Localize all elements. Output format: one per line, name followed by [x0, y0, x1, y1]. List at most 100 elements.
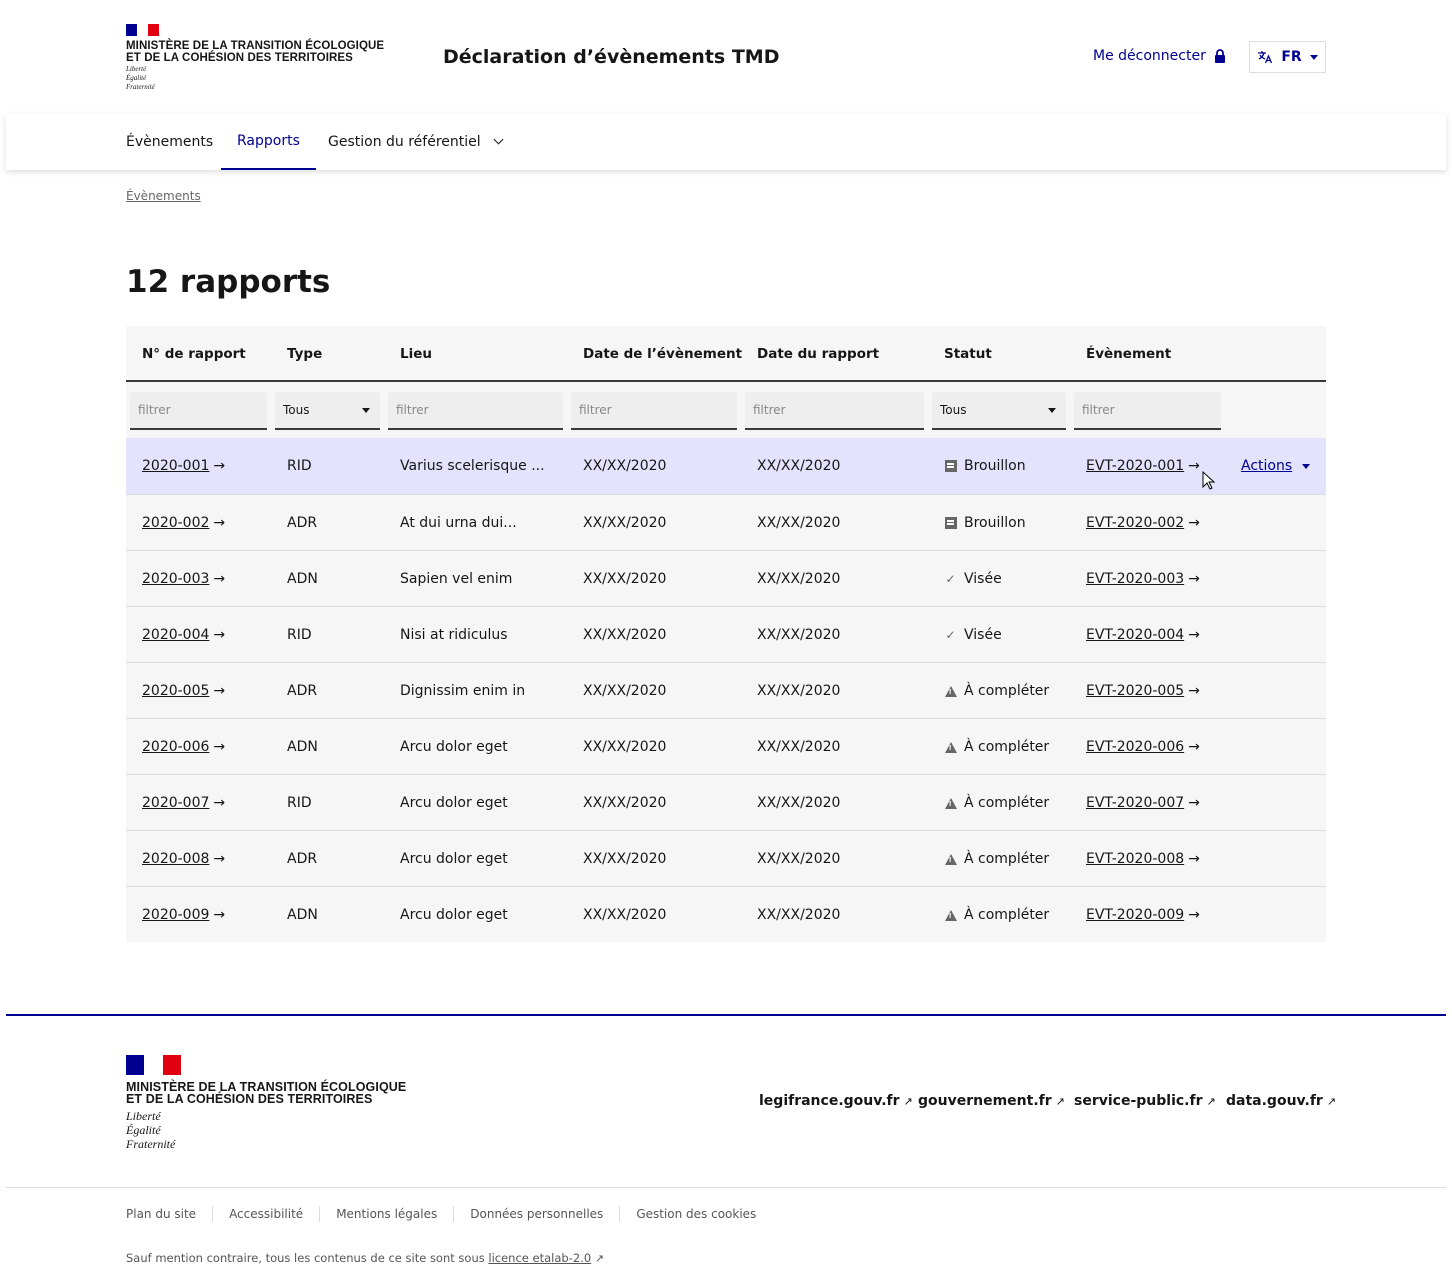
- report-location: Varius scelerisque ...: [400, 438, 545, 494]
- caret-down-icon: [1048, 407, 1056, 413]
- report-number-link[interactable]: 2020-004 →: [142, 607, 225, 663]
- footer-accessibilite-link[interactable]: Accessibilité: [212, 1206, 319, 1222]
- footer-link-service-public[interactable]: service-public.fr ↗: [1074, 1093, 1216, 1109]
- filter-date-evenement-input[interactable]: filtrer: [571, 392, 737, 430]
- caret-down-icon: [1309, 54, 1318, 60]
- breadcrumb[interactable]: Évènements: [126, 189, 201, 203]
- report-type: ADR: [287, 495, 317, 551]
- filter-statut-select[interactable]: Tous: [932, 392, 1066, 430]
- report-status-text: Brouillon: [964, 515, 1026, 531]
- report-status-text: À compléter: [964, 739, 1050, 755]
- nav-item-gestion-referentiel[interactable]: Gestion du référentiel: [328, 114, 504, 170]
- report-number-link-text: 2020-009: [142, 907, 210, 923]
- event-date-text: XX/XX/2020: [583, 683, 667, 699]
- report-number-link[interactable]: 2020-005 →: [142, 663, 225, 719]
- report-location-text: Nisi at ridiculus: [400, 627, 508, 643]
- draft-icon: [944, 460, 957, 472]
- footer-top-border: [6, 1014, 1446, 1016]
- filter-lieu-input[interactable]: filtrer: [388, 392, 563, 430]
- footer-link-label: gouvernement.fr: [918, 1093, 1052, 1109]
- footer-gestion-cookies-link[interactable]: Gestion des cookies: [619, 1206, 772, 1222]
- language-selector[interactable]: FR: [1249, 41, 1326, 73]
- license-notice: Sauf mention contraire, tous les contenu…: [126, 1251, 604, 1265]
- event-link[interactable]: EVT-2020-006 →: [1086, 719, 1200, 775]
- event-date-text: XX/XX/2020: [583, 795, 667, 811]
- table-row: 2020-003 → ADN Sapien vel enim XX/XX/2020 XX/…: [126, 550, 1326, 606]
- report-number-link[interactable]: 2020-001 →: [142, 438, 225, 494]
- event-link[interactable]: EVT-2020-002 →: [1086, 495, 1200, 551]
- report-number-link[interactable]: 2020-006 →: [142, 719, 225, 775]
- nav-item-evenements[interactable]: Évènements: [126, 114, 213, 170]
- event-link[interactable]: EVT-2020-003 →: [1086, 551, 1200, 607]
- filter-evenement-input[interactable]: filtrer: [1074, 392, 1221, 430]
- footer-link-data-gouv[interactable]: data.gouv.fr ↗: [1226, 1093, 1336, 1109]
- event-date: XX/XX/2020: [583, 495, 666, 551]
- devise-egalite: Égalité: [126, 1123, 161, 1137]
- actions-dropdown-button[interactable]: Actions: [1241, 458, 1311, 474]
- nav-item-rapports[interactable]: Rapports: [221, 114, 316, 170]
- event-date-text: XX/XX/2020: [583, 739, 667, 755]
- devise-liberte: Liberté: [126, 1109, 161, 1123]
- report-type: ADN: [287, 887, 318, 943]
- report-type-text: ADN: [287, 739, 318, 755]
- report-number-link[interactable]: 2020-003 →: [142, 551, 225, 607]
- lock-icon: [1214, 49, 1225, 63]
- filter-date-rapport-input[interactable]: filtrer: [745, 392, 924, 430]
- footer-ministry-logo[interactable]: MINISTÈRE DE LA TRANSITION ÉCOLOGIQUE ET…: [126, 1055, 406, 1151]
- event-link[interactable]: EVT-2020-001 →: [1086, 438, 1200, 494]
- ministry-line-2: ET DE LA COHÉSION DES TERRITOIRES: [126, 1092, 373, 1106]
- site-title[interactable]: Déclaration d’évènements TMD: [443, 46, 779, 68]
- event-link[interactable]: EVT-2020-004 →: [1086, 607, 1200, 663]
- report-date: XX/XX/2020: [757, 663, 840, 719]
- arrow-right-icon: →: [213, 795, 226, 811]
- report-date: XX/XX/2020: [757, 607, 840, 663]
- event-link[interactable]: EVT-2020-008 →: [1086, 831, 1200, 887]
- filter-type-select[interactable]: Tous: [275, 392, 380, 430]
- report-date-text: XX/XX/2020: [757, 795, 841, 811]
- nav-item-label: Gestion du référentiel: [328, 134, 481, 150]
- event-link[interactable]: EVT-2020-005 →: [1086, 663, 1200, 719]
- external-link-icon: ↗: [1206, 1094, 1216, 1108]
- devise-fraternite: Fraternité: [126, 83, 155, 91]
- event-link[interactable]: EVT-2020-007 →: [1086, 775, 1200, 831]
- report-number-link[interactable]: 2020-007 →: [142, 775, 225, 831]
- external-link-icon: ↗: [1055, 1094, 1065, 1108]
- arrow-right-icon: →: [213, 907, 226, 923]
- footer-link-label: data.gouv.fr: [1226, 1093, 1323, 1109]
- ministry-logo[interactable]: MINISTÈRE DE LA TRANSITION ÉCOLOGIQUE ET…: [126, 24, 416, 92]
- report-number-link[interactable]: 2020-002 →: [142, 495, 225, 551]
- event-link[interactable]: EVT-2020-009 →: [1086, 887, 1200, 943]
- main-navigation: Évènements Rapports Gestion du référenti…: [6, 114, 1446, 170]
- report-number-link[interactable]: 2020-009 →: [142, 887, 225, 943]
- report-type-text: RID: [287, 627, 312, 643]
- license-link[interactable]: licence etalab-2.0: [488, 1251, 591, 1265]
- footer-bottom-links: Plan du site Accessibilité Mentions léga…: [126, 1206, 772, 1222]
- report-number-link[interactable]: 2020-008 →: [142, 831, 225, 887]
- footer-link-legifrance[interactable]: legifrance.gouv.fr ↗: [759, 1093, 913, 1109]
- column-header-date-evenement: Date de l’évènement: [583, 346, 743, 362]
- arrow-right-icon: →: [1188, 458, 1200, 474]
- logout-button[interactable]: Me déconnecter: [1093, 48, 1226, 64]
- report-type: ADR: [287, 831, 317, 887]
- arrow-right-icon: →: [213, 739, 226, 755]
- table-row: 2020-008 → ADR Arcu dolor eget XX/XX/2020 XX/…: [126, 830, 1326, 886]
- footer-plan-du-site-link[interactable]: Plan du site: [126, 1206, 212, 1222]
- mouse-cursor-icon: [1202, 471, 1216, 490]
- table-body: 2020-001 → RID Varius scelerisque ... XX/XX/…: [126, 438, 1326, 942]
- report-status-text: Visée: [964, 571, 1002, 587]
- caret-down-icon: [1302, 463, 1311, 469]
- report-date: XX/XX/2020: [757, 495, 840, 551]
- filter-numero-input[interactable]: filtrer: [130, 392, 267, 430]
- page-title: 12 rapports: [126, 264, 331, 300]
- footer-mentions-legales-link[interactable]: Mentions légales: [319, 1206, 453, 1222]
- footer-donnees-personnelles-link[interactable]: Données personnelles: [453, 1206, 619, 1222]
- report-status: À compléter: [944, 775, 1049, 831]
- report-location: Sapien vel enim: [400, 551, 512, 607]
- report-type: ADR: [287, 663, 317, 719]
- event-date-text: XX/XX/2020: [583, 458, 667, 474]
- arrow-right-icon: →: [1188, 907, 1200, 923]
- report-type: ADN: [287, 719, 318, 775]
- report-location: Arcu dolor eget: [400, 831, 508, 887]
- footer-link-gouvernement[interactable]: gouvernement.fr ↗: [918, 1093, 1065, 1109]
- report-date-text: XX/XX/2020: [757, 851, 841, 867]
